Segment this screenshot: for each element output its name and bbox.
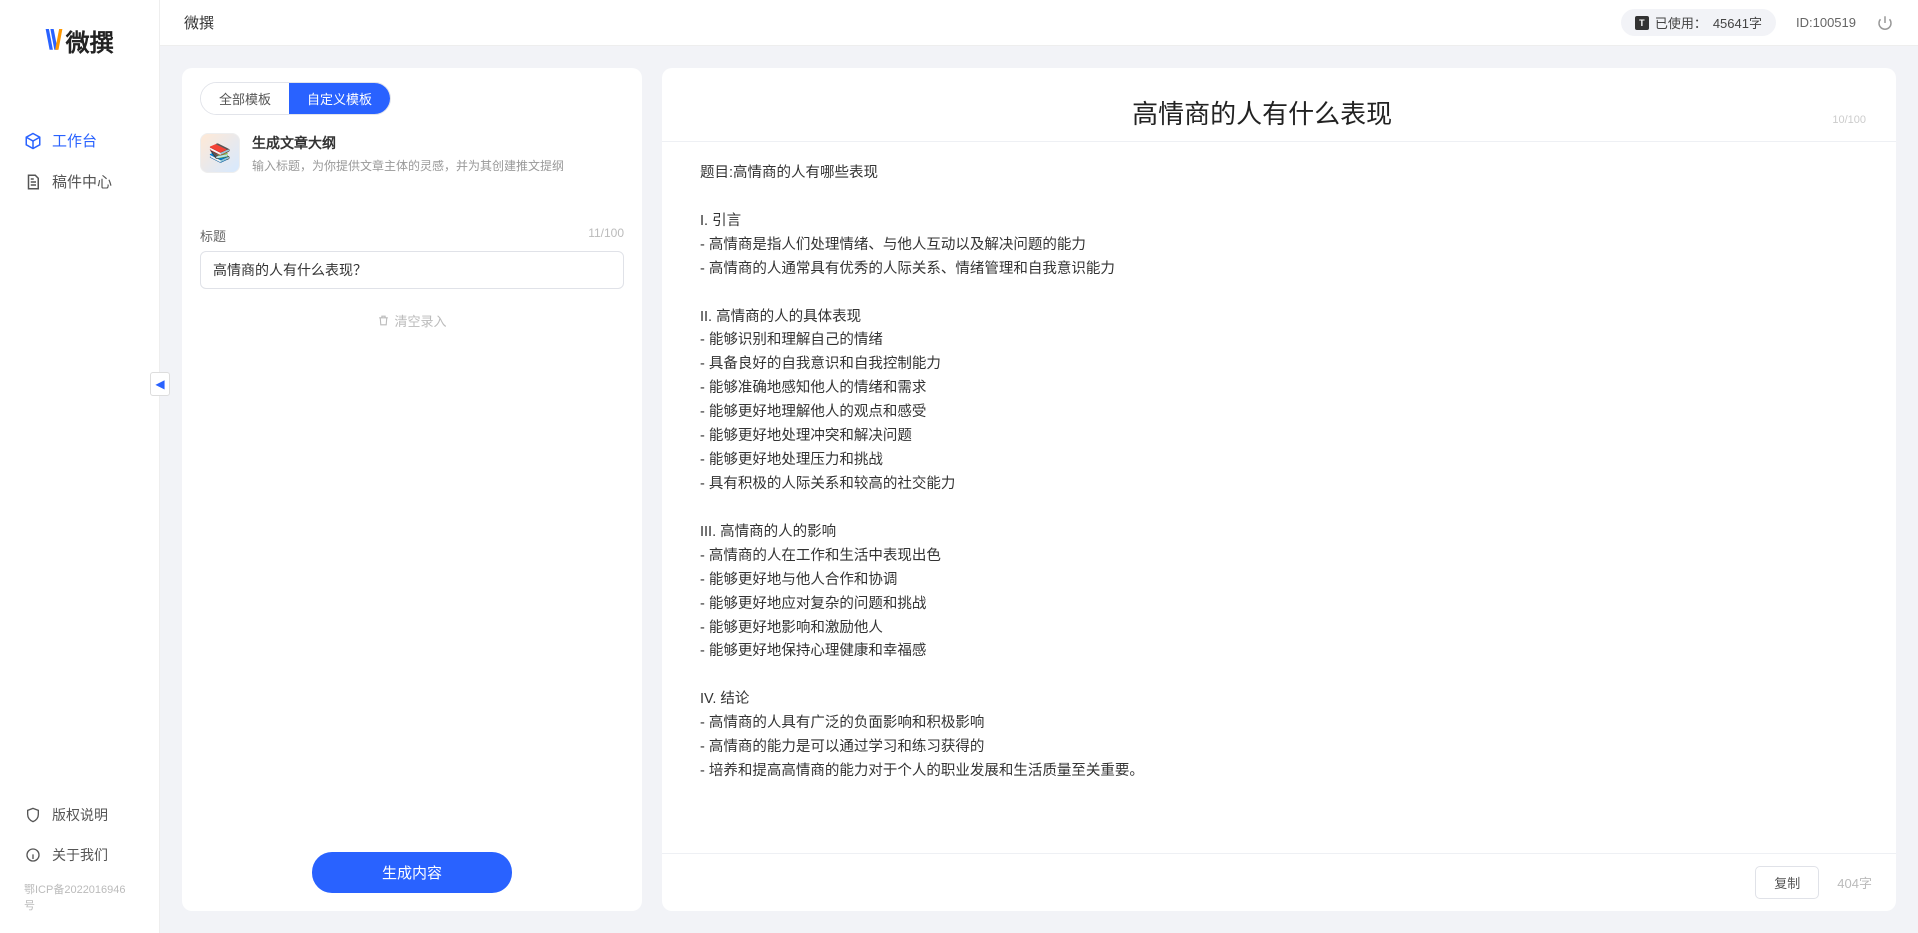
- template-meta: 生成文章大纲 输入标题，为你提供文章主体的灵感，并为其创建推文提纲: [252, 133, 564, 174]
- generate-row: 生成内容: [182, 834, 642, 911]
- power-button[interactable]: [1876, 14, 1894, 32]
- nav-item-label: 稿件中心: [52, 171, 112, 192]
- usage-value: 45641字: [1713, 13, 1762, 32]
- word-count: 404字: [1837, 873, 1872, 892]
- sidebar-collapse-button[interactable]: ◀: [150, 372, 170, 396]
- topbar: 微撰 T 已使用： 45641字 ID:100519: [160, 0, 1918, 46]
- doc-title-counter: 10/100: [1832, 114, 1866, 126]
- doc-title-row: 高情商的人有什么表现 10/100: [662, 68, 1896, 142]
- title-label-row: 标题 11/100: [200, 226, 624, 245]
- generate-button[interactable]: 生成内容: [312, 852, 512, 893]
- tab-custom-templates[interactable]: 自定义模板: [289, 83, 390, 114]
- clear-input-button[interactable]: 清空录入: [200, 311, 624, 330]
- cube-icon: [24, 132, 42, 150]
- sidebar: \\/ 微撰 工作台 稿件中心 版权说明 关于我们: [0, 0, 160, 933]
- doc-body[interactable]: 题目:高情商的人有哪些表现 I. 引言 - 高情商是指人们处理情绪、与他人互动以…: [662, 142, 1896, 853]
- title-field-section: 标题 11/100 清空录入: [182, 226, 642, 330]
- copy-button[interactable]: 复制: [1755, 866, 1819, 899]
- nav-item-label: 版权说明: [52, 805, 108, 825]
- logo: \\/ 微撰: [0, 0, 159, 80]
- template-card: 📚 生成文章大纲 输入标题，为你提供文章主体的灵感，并为其创建推文提纲: [182, 115, 642, 192]
- tab-all-templates[interactable]: 全部模板: [201, 83, 289, 114]
- nav-item-drafts[interactable]: 稿件中心: [0, 161, 159, 202]
- page-title: 微撰: [184, 12, 214, 33]
- document-icon: [24, 173, 42, 191]
- chevron-left-icon: ◀: [155, 377, 164, 391]
- spacer: [182, 330, 642, 834]
- logo-text: 微撰: [66, 23, 114, 58]
- template-icon: 📚: [200, 133, 240, 173]
- user-id: ID:100519: [1796, 15, 1856, 30]
- nav: 工作台 稿件中心: [0, 80, 159, 795]
- usage-badge[interactable]: T 已使用： 45641字: [1621, 9, 1776, 36]
- template-desc: 输入标题，为你提供文章主体的灵感，并为其创建推文提纲: [252, 157, 564, 174]
- doc-footer: 复制 404字: [662, 853, 1896, 911]
- main: 全部模板 自定义模板 📚 生成文章大纲 输入标题，为你提供文章主体的灵感，并为其…: [160, 46, 1918, 933]
- user-id-label: ID:: [1796, 15, 1813, 30]
- nav-item-label: 关于我们: [52, 845, 108, 865]
- nav-item-workspace[interactable]: 工作台: [0, 120, 159, 161]
- title-counter: 11/100: [588, 226, 624, 245]
- title-label: 标题: [200, 226, 226, 245]
- doc-title[interactable]: 高情商的人有什么表现: [692, 94, 1832, 131]
- info-icon: [24, 846, 42, 864]
- trash-icon: [377, 314, 390, 327]
- sidebar-bottom: 版权说明 关于我们 鄂ICP备2022016946号: [0, 795, 159, 933]
- tab-group: 全部模板 自定义模板: [200, 82, 391, 115]
- clear-label: 清空录入: [394, 311, 446, 330]
- usage-label: 已使用：: [1655, 13, 1707, 32]
- nav-item-about[interactable]: 关于我们: [0, 835, 159, 875]
- shield-icon: [24, 806, 42, 824]
- right-panel: 高情商的人有什么表现 10/100 题目:高情商的人有哪些表现 I. 引言 - …: [662, 68, 1896, 911]
- nav-item-copyright[interactable]: 版权说明: [0, 795, 159, 835]
- title-input[interactable]: [200, 251, 624, 289]
- template-title: 生成文章大纲: [252, 133, 564, 153]
- topbar-right: T 已使用： 45641字 ID:100519: [1621, 9, 1894, 36]
- text-icon: T: [1635, 16, 1649, 30]
- nav-item-label: 工作台: [52, 130, 97, 151]
- logo-mark: \\/: [45, 24, 59, 56]
- tab-row: 全部模板 自定义模板: [182, 68, 642, 115]
- user-id-value: 100519: [1813, 15, 1856, 30]
- left-panel: 全部模板 自定义模板 📚 生成文章大纲 输入标题，为你提供文章主体的灵感，并为其…: [182, 68, 642, 911]
- icp-text: 鄂ICP备2022016946号: [0, 875, 159, 923]
